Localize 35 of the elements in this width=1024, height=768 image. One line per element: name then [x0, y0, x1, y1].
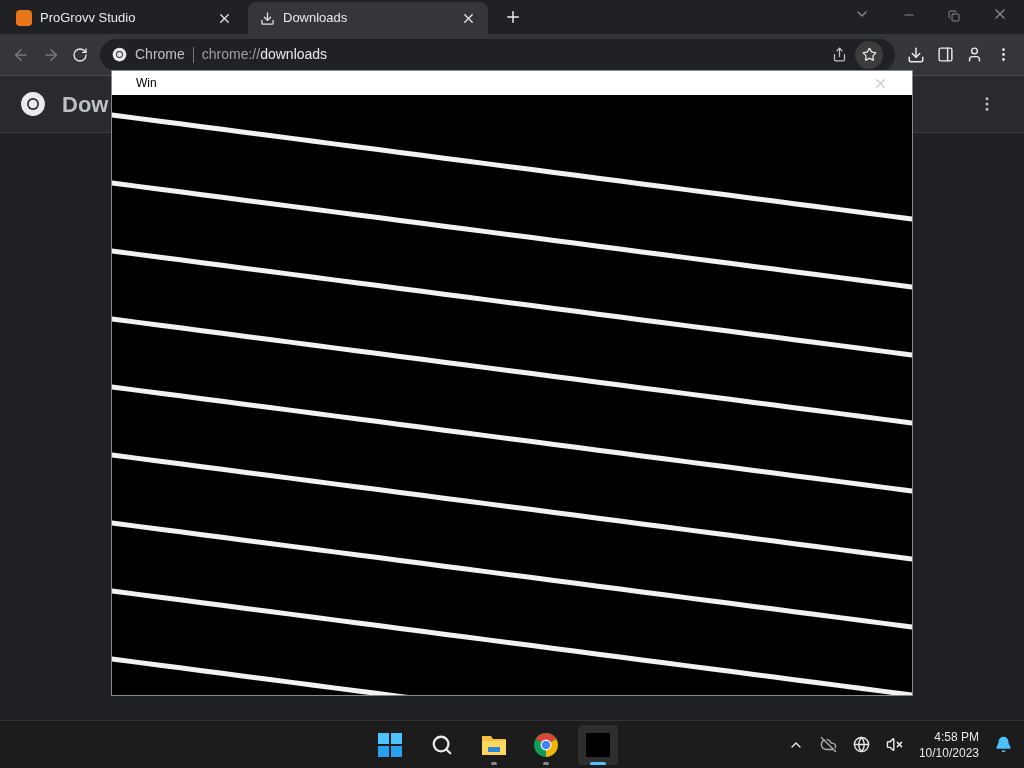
search-icon: [430, 733, 453, 756]
notification-bell-icon[interactable]: [995, 736, 1012, 753]
address-bar[interactable]: Chrome chrome://downloads: [100, 38, 895, 71]
taskbar-app[interactable]: [577, 724, 618, 765]
page-title: Dow: [62, 90, 109, 119]
studio-logo-icon: [16, 10, 32, 26]
browser-tab[interactable]: ProGrovv Studio: [4, 2, 244, 34]
running-indicator: [490, 761, 497, 765]
bookmark-star-icon[interactable]: [861, 47, 877, 62]
side-panel-icon[interactable]: [937, 46, 954, 63]
url-text: chrome://downloads: [201, 45, 328, 64]
running-indicator: [589, 761, 606, 765]
new-tab-icon[interactable]: [504, 8, 522, 26]
share-icon[interactable]: [832, 47, 847, 62]
window-title: Win: [136, 75, 158, 92]
clock-time: 4:58 PM: [934, 728, 979, 745]
browser-tab[interactable]: Downloads: [248, 2, 488, 34]
tab-title: ProGrovv Studio: [40, 9, 137, 28]
windows-logo-icon: [377, 732, 402, 757]
chrome-icon: [532, 731, 559, 758]
chrome-logo-icon: [112, 47, 127, 62]
chrome-logo-icon: [20, 91, 46, 117]
running-indicator: [542, 761, 549, 765]
cloud-off-icon[interactable]: [819, 736, 837, 753]
tab-title: Downloads: [283, 9, 349, 28]
downloads-icon[interactable]: [907, 45, 925, 64]
speaker-muted-icon[interactable]: [885, 736, 903, 753]
network-icon[interactable]: [852, 736, 870, 753]
reload-icon[interactable]: [72, 46, 88, 63]
profile-icon[interactable]: [966, 46, 983, 63]
restore-icon[interactable]: [948, 10, 960, 22]
download-icon: [260, 10, 275, 26]
clock-date: 10/10/2023: [918, 744, 979, 761]
site-label: Chrome: [135, 45, 185, 64]
app-icon: [585, 732, 610, 757]
